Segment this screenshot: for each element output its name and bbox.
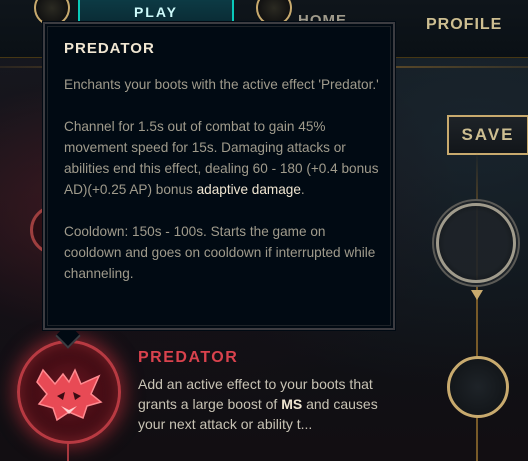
- down-arrow-icon: [471, 290, 483, 300]
- rune-tooltip: PREDATOR Enchants your boots with the ac…: [43, 22, 395, 330]
- rune-slot-upper[interactable]: [436, 203, 516, 283]
- tooltip-effect-post: .: [300, 182, 305, 197]
- tooltip-effect-highlight: adaptive damage: [196, 182, 301, 197]
- rune-description: Add an active effect to your boots that …: [138, 374, 393, 434]
- tooltip-title: PREDATOR: [64, 40, 155, 57]
- tooltip-intro: Enchants your boots with the active effe…: [64, 77, 379, 92]
- nav-profile[interactable]: PROFILE: [426, 16, 502, 34]
- rune-desc-highlight: MS: [281, 396, 303, 412]
- tooltip-cooldown: Cooldown: 150s - 100s. Starts the game o…: [64, 224, 376, 281]
- rune-slot-lower[interactable]: [447, 356, 509, 418]
- tooltip-body: Enchants your boots with the active effe…: [64, 74, 384, 305]
- rune-name: PREDATOR: [138, 349, 239, 366]
- tooltip-effect: Channel for 1.5s out of combat to gain 4…: [64, 116, 384, 200]
- save-button[interactable]: SAVE: [447, 115, 528, 155]
- predator-rune-button[interactable]: [17, 340, 121, 444]
- wolf-head-icon: [36, 368, 103, 422]
